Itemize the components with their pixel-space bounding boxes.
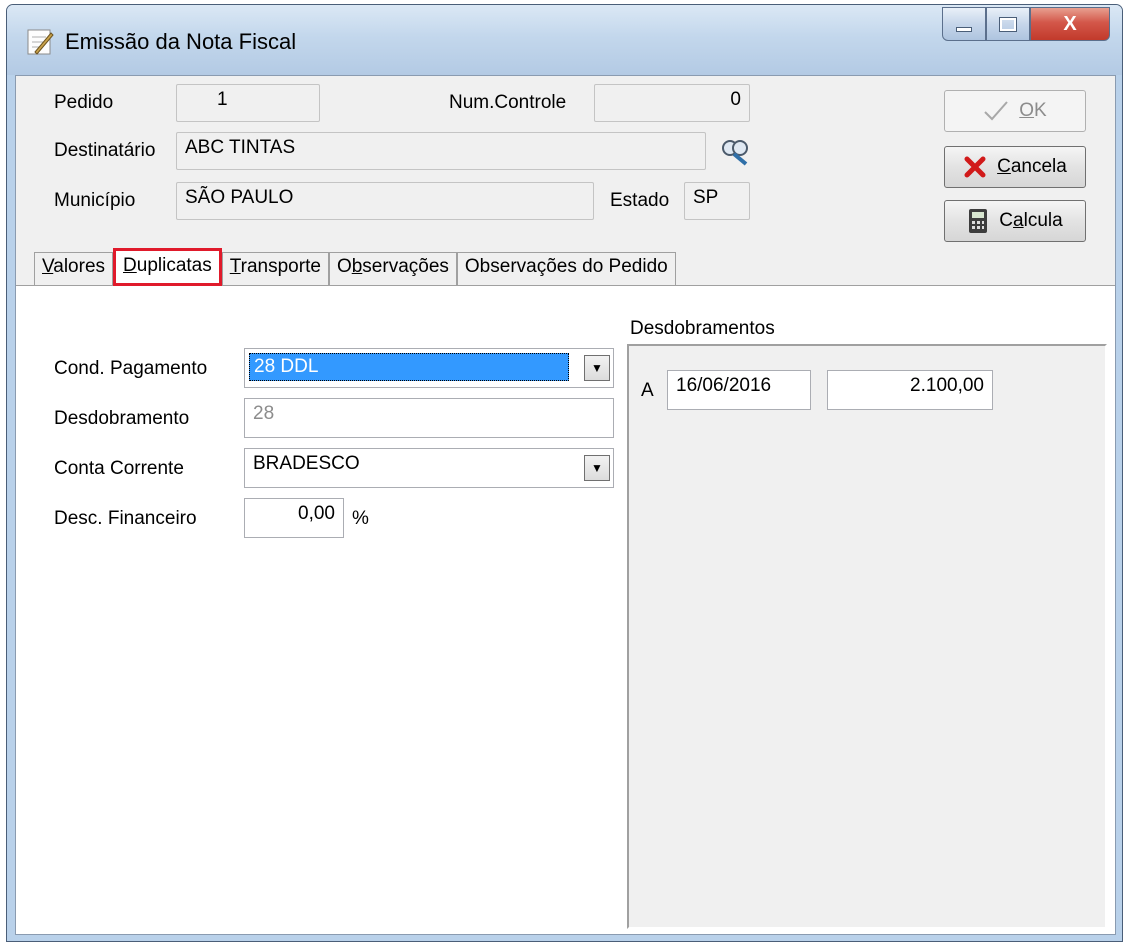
desdobramento-field[interactable]: 28	[244, 398, 614, 438]
search-binoculars-icon[interactable]	[720, 136, 750, 166]
ok-button[interactable]: OK	[944, 90, 1086, 132]
desdobramento-label: Desdobramento	[54, 408, 190, 429]
checkmark-icon	[984, 101, 1009, 121]
calcula-label: Calcula	[999, 210, 1063, 231]
calcula-button[interactable]: Calcula	[944, 200, 1086, 242]
cancel-x-icon	[964, 156, 986, 178]
tab-valores[interactable]: Valores	[34, 252, 114, 286]
close-button[interactable]: X	[1030, 7, 1110, 41]
installment-letter: A	[641, 380, 654, 401]
cond-pagamento-selected-value: 28 DDL	[249, 353, 569, 381]
desc-financeiro-field[interactable]: 0,00	[244, 498, 344, 538]
dialog-client-area: Pedido 1 Num.Controle 0 Destinatário ABC…	[15, 75, 1116, 935]
desdobramentos-list: A 16/06/2016 2.100,00	[627, 344, 1107, 929]
ok-label: OK	[1019, 100, 1047, 121]
dropdown-arrow-icon: ▼	[591, 361, 603, 375]
estado-label: Estado	[610, 190, 670, 211]
dropdown-arrow-icon: ▼	[591, 461, 603, 475]
maximize-button[interactable]	[986, 7, 1030, 41]
app-window: Emissão da Nota Fiscal X Pedido 1 Num.Co…	[6, 4, 1123, 942]
municipio-label: Município	[54, 190, 136, 211]
duplicatas-panel: Cond. Pagamento 28 DDL ▼ Desdobramento 2…	[16, 285, 1115, 934]
pedido-field[interactable]: 1	[176, 84, 320, 122]
minimize-button[interactable]	[942, 7, 986, 41]
conta-corrente-select[interactable]: BRADESCO	[244, 448, 614, 488]
estado-field[interactable]: SP	[684, 182, 750, 220]
minimize-icon	[956, 26, 972, 32]
destinatario-label: Destinatário	[54, 140, 156, 161]
form-icon	[27, 29, 54, 55]
destinatario-field[interactable]: ABC TINTAS	[176, 132, 706, 170]
desc-financeiro-label: Desc. Financeiro	[54, 508, 197, 529]
cancela-label: Cancela	[997, 156, 1067, 177]
cond-pagamento-select[interactable]: 28 DDL	[244, 348, 614, 388]
tab-observacoes-do-pedido[interactable]: Observações do Pedido	[456, 252, 676, 286]
percent-sign: %	[352, 508, 369, 529]
pedido-label: Pedido	[54, 92, 114, 113]
municipio-field[interactable]: SÃO PAULO	[176, 182, 594, 220]
tab-observacoes[interactable]: Observações	[328, 252, 457, 286]
tab-transporte[interactable]: Transporte	[221, 252, 329, 286]
conta-corrente-label: Conta Corrente	[54, 458, 184, 479]
conta-corrente-dropdown-button[interactable]: ▼	[584, 455, 610, 481]
window-title: Emissão da Nota Fiscal	[65, 29, 297, 54]
cancela-button[interactable]: Cancela	[944, 146, 1086, 188]
cond-pagamento-dropdown-button[interactable]: ▼	[584, 355, 610, 381]
window-controls: X	[942, 7, 1110, 41]
cond-pagamento-label: Cond. Pagamento	[54, 358, 208, 379]
calculator-icon	[969, 209, 988, 233]
tab-strip: Valores Duplicatas Transporte Observaçõe…	[34, 248, 676, 286]
tab-duplicatas[interactable]: Duplicatas	[113, 248, 222, 286]
close-icon: X	[1063, 12, 1077, 35]
num-controle-label: Num.Controle	[449, 92, 567, 113]
num-controle-field[interactable]: 0	[594, 84, 750, 122]
title-bar[interactable]: Emissão da Nota Fiscal X	[7, 5, 1122, 75]
installment-amount[interactable]: 2.100,00	[827, 370, 993, 410]
desdobramentos-title: Desdobramentos	[630, 318, 775, 339]
maximize-icon	[999, 16, 1017, 32]
installment-date[interactable]: 16/06/2016	[667, 370, 811, 410]
